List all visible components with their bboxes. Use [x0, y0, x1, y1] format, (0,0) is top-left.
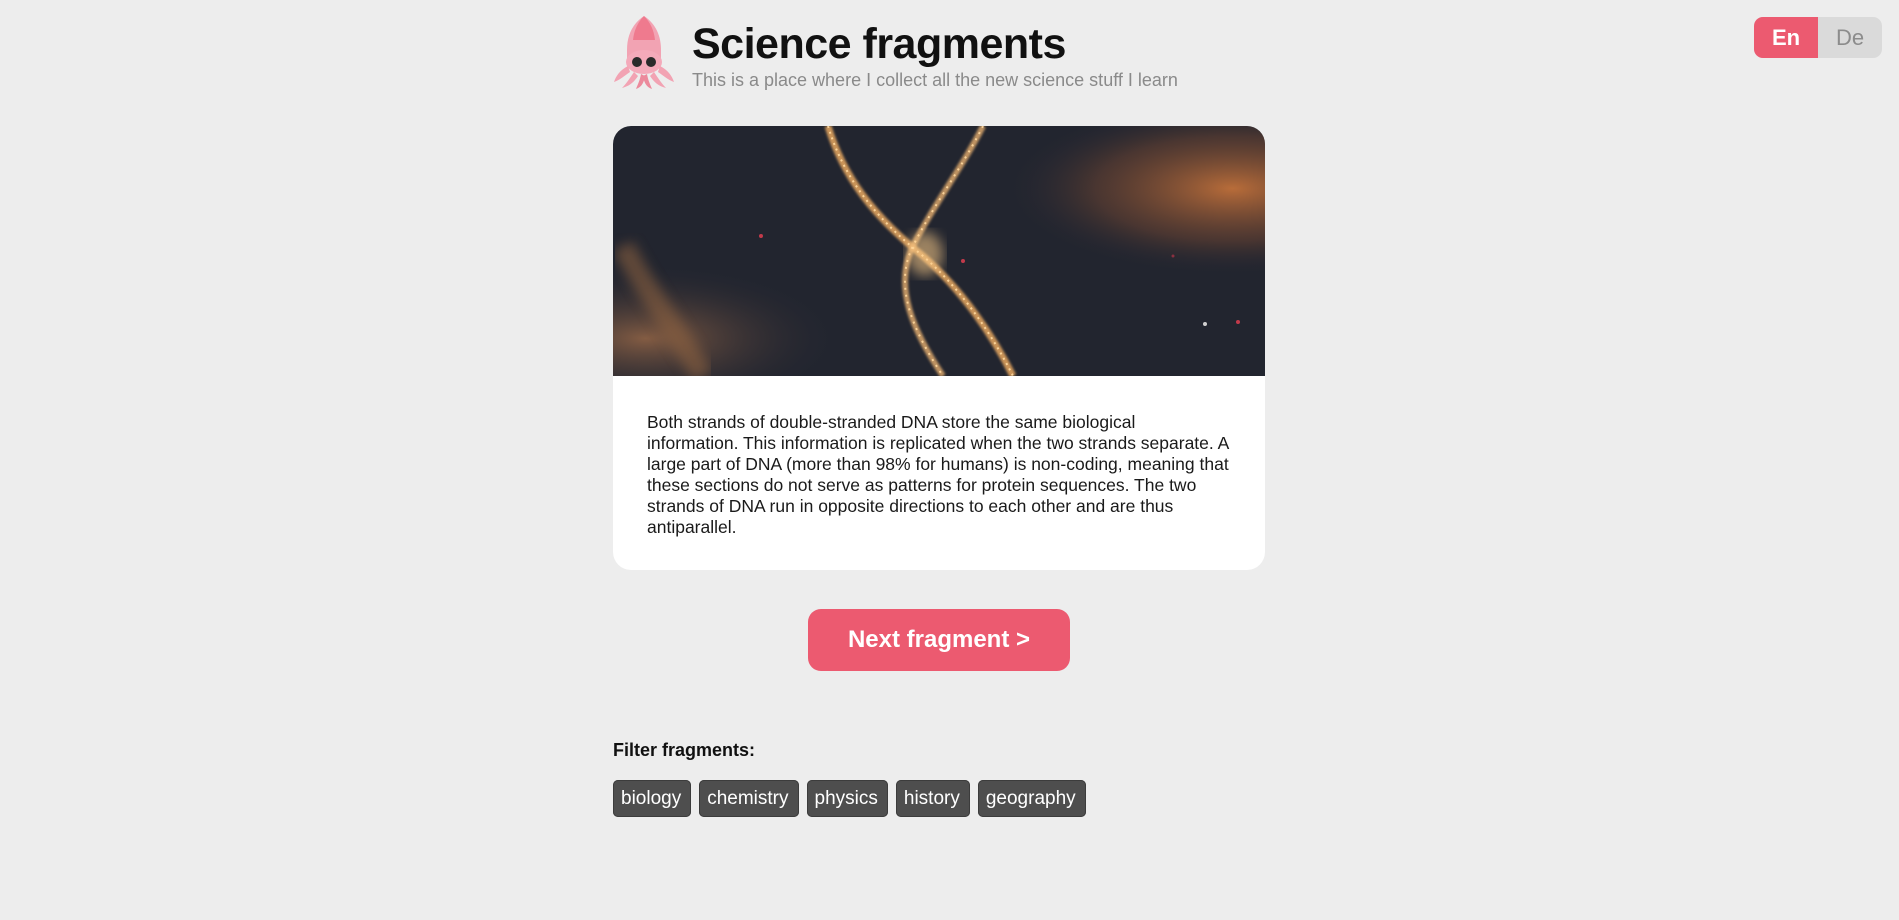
fragment-card: Both strands of double-stranded DNA stor…	[613, 126, 1265, 570]
squid-icon	[614, 16, 674, 89]
language-en-button[interactable]: En	[1754, 17, 1818, 58]
language-de-button[interactable]: De	[1818, 17, 1882, 58]
filter-tags: biology chemistry physics history geogra…	[613, 780, 1086, 817]
page: En De Science fragments This is a place …	[0, 0, 1899, 920]
page-title: Science fragments	[692, 20, 1066, 68]
dna-helix-image	[613, 126, 1265, 376]
filter-tag-chemistry[interactable]: chemistry	[699, 780, 799, 817]
language-toggle: En De	[1754, 17, 1882, 58]
filter-tag-history[interactable]: history	[895, 780, 970, 817]
filter-tag-geography[interactable]: geography	[977, 780, 1086, 817]
filter-label: Filter fragments:	[613, 740, 756, 760]
page-subtitle: This is a place where I collect all the …	[692, 70, 1178, 90]
header-text: Science fragments This is a place where …	[692, 14, 1178, 91]
fragment-text: Both strands of double-stranded DNA stor…	[647, 412, 1229, 537]
filter-tag-physics[interactable]: physics	[806, 780, 888, 817]
filter-tag-biology[interactable]: biology	[613, 780, 692, 817]
site-header: Science fragments This is a place where …	[612, 14, 1178, 91]
next-fragment-button[interactable]: Next fragment >	[808, 609, 1070, 671]
